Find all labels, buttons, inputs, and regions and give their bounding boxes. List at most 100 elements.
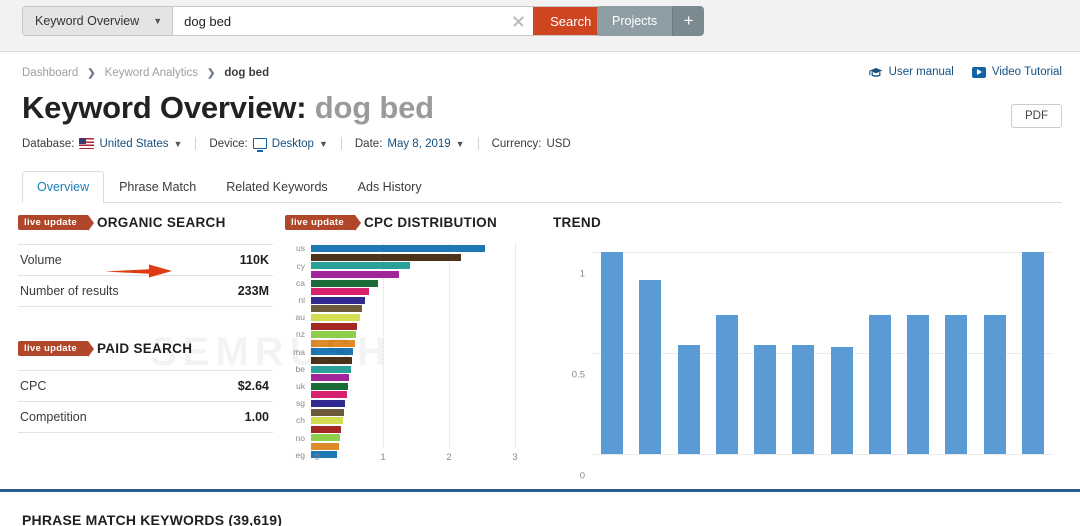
breadcrumb-item-dashboard[interactable]: Dashboard (22, 67, 78, 79)
cpc-bar[interactable] (311, 409, 344, 416)
tab-ads-history[interactable]: Ads History (343, 171, 437, 203)
breadcrumb-item-keyword-analytics[interactable]: Keyword Analytics (105, 67, 198, 79)
cpc-bar[interactable] (311, 434, 340, 441)
cpc-bar-track (311, 426, 515, 433)
cpc-chart-bars: uscycanlaunzmabeuksgchnoeg (285, 244, 515, 459)
cpc-bar-track (311, 288, 515, 295)
cpc-bar[interactable] (311, 426, 341, 433)
currency-info: Currency: USD (492, 138, 571, 150)
projects-button[interactable]: Projects (597, 6, 672, 36)
section-divider (0, 489, 1080, 492)
cpc-bar[interactable] (311, 305, 362, 312)
tab-related-keywords[interactable]: Related Keywords (211, 171, 342, 203)
cpc-bar[interactable] (311, 357, 352, 364)
cpc-bar[interactable] (311, 314, 360, 321)
trend-bar[interactable] (754, 345, 776, 454)
chevron-down-icon: ▼ (456, 139, 465, 149)
metric-label-competition: Competition (20, 410, 87, 424)
trend-bar[interactable] (907, 315, 929, 454)
user-manual-link[interactable]: User manual (869, 66, 954, 78)
trend-bar[interactable] (678, 345, 700, 454)
cpc-bar[interactable] (311, 391, 347, 398)
paid-search-header: live update PAID SEARCH (18, 341, 273, 356)
cpc-bar-row: be (285, 365, 515, 374)
cpc-bar[interactable] (311, 340, 355, 347)
trend-bar[interactable] (1022, 252, 1044, 454)
table-row: Competition 1.00 (18, 402, 273, 433)
cpc-distribution-header: live update CPC DISTRIBUTION (285, 215, 530, 230)
cpc-bar[interactable] (311, 348, 353, 355)
cpc-bar[interactable] (311, 417, 343, 424)
currency-value: USD (546, 138, 570, 150)
cpc-bar[interactable] (311, 297, 365, 304)
cpc-bar[interactable] (311, 245, 485, 252)
trend-header: TREND (553, 215, 1063, 230)
metric-value-results: 233M (238, 284, 269, 298)
cpc-bar-row: ma (285, 348, 515, 357)
cpc-bar-track (311, 340, 515, 347)
cpc-bar-label: be (285, 365, 311, 374)
live-update-badge: live update (18, 341, 88, 356)
close-icon[interactable] (512, 15, 525, 28)
device-value-text: Desktop (272, 138, 314, 150)
cpc-bar-track (311, 297, 515, 304)
cpc-bar[interactable] (311, 383, 348, 390)
divider (195, 137, 196, 150)
device-value[interactable]: Desktop ▼ (253, 138, 328, 150)
cpc-bar[interactable] (311, 254, 461, 261)
cpc-distribution-panel: live update CPC DISTRIBUTION uscycanlaun… (285, 215, 530, 472)
cpc-bar-row: nz (285, 330, 515, 339)
export-pdf-button[interactable]: PDF (1011, 104, 1062, 128)
cpc-bar[interactable] (311, 443, 339, 450)
database-value[interactable]: United States ▼ (79, 138, 182, 150)
trend-chart-bars (593, 252, 1052, 454)
trend-bar[interactable] (869, 315, 891, 454)
cpc-bar[interactable] (311, 366, 351, 373)
top-search-bar: Keyword Overview ▼ Search Projects + (0, 0, 1080, 52)
tab-phrase-match[interactable]: Phrase Match (104, 171, 211, 203)
trend-bar[interactable] (945, 315, 967, 454)
cpc-bar[interactable] (311, 262, 410, 269)
play-icon (972, 67, 986, 78)
trend-bar[interactable] (716, 315, 738, 454)
search-input[interactable] (173, 7, 533, 35)
date-filter[interactable]: Date: May 8, 2019 ▼ (355, 138, 465, 150)
cpc-bar[interactable] (311, 331, 356, 338)
report-meta-row: Database: United States ▼ Device: Deskto… (22, 137, 571, 150)
cpc-bar[interactable] (311, 271, 399, 278)
trend-bar[interactable] (792, 345, 814, 454)
cpc-bar-track (311, 383, 515, 390)
breadcrumb-item-current: dog bed (224, 67, 269, 79)
cpc-bar[interactable] (311, 400, 345, 407)
cpc-bar-row (285, 425, 515, 434)
trend-bar[interactable] (831, 347, 853, 454)
paid-search-table: CPC $2.64 Competition 1.00 (18, 370, 273, 433)
trend-bar[interactable] (984, 315, 1006, 454)
cpc-bar[interactable] (311, 374, 349, 381)
cpc-bar-label: nl (285, 296, 311, 305)
trend-bar[interactable] (639, 280, 661, 454)
tab-overview[interactable]: Overview (22, 171, 104, 203)
cpc-bar-track (311, 314, 515, 321)
cpc-bar[interactable] (311, 288, 369, 295)
breadcrumb: Dashboard ❯ Keyword Analytics ❯ dog bed (22, 67, 269, 79)
database-filter[interactable]: Database: United States ▼ (22, 138, 182, 150)
trend-bar[interactable] (601, 252, 623, 454)
cpc-bar[interactable] (311, 280, 378, 287)
cpc-bar-track (311, 245, 515, 252)
organic-search-panel: live update ORGANIC SEARCH Volume 110K N… (18, 215, 273, 307)
metric-value-volume[interactable]: 110K (240, 253, 269, 267)
device-filter[interactable]: Device: Desktop ▼ (209, 138, 327, 150)
cpc-bar-label: ch (285, 416, 311, 425)
report-type-select[interactable]: Keyword Overview ▼ (23, 7, 173, 35)
cpc-bar-row (285, 339, 515, 348)
video-tutorial-link[interactable]: Video Tutorial (972, 66, 1062, 78)
database-label: Database: (22, 138, 74, 150)
date-value[interactable]: May 8, 2019 ▼ (387, 138, 464, 150)
paid-search-title: PAID SEARCH (97, 341, 192, 356)
add-project-button[interactable]: + (672, 6, 704, 36)
cpc-bar-row: no (285, 434, 515, 443)
chevron-right-icon: ❯ (207, 68, 215, 79)
cpc-bar[interactable] (311, 323, 357, 330)
live-update-badge: live update (285, 215, 355, 230)
